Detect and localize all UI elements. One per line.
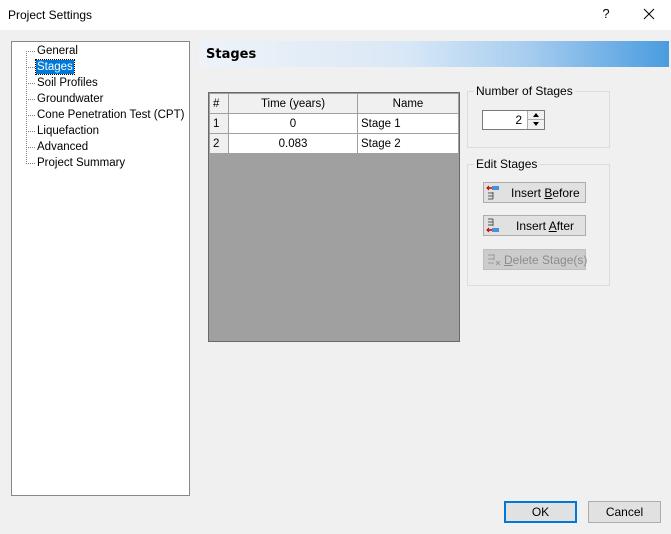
stages-table: # Time (years) Name 1 0 Stage 1 2 0.083 … <box>209 93 459 154</box>
spinner-buttons <box>527 111 544 129</box>
arrow-up-icon <box>533 113 539 117</box>
tree-connector <box>26 115 35 116</box>
stages-grid[interactable]: # Time (years) Name 1 0 Stage 1 2 0.083 … <box>208 92 460 342</box>
panel-title: Stages <box>206 47 257 62</box>
tree-item-groundwater[interactable]: Groundwater <box>36 92 104 106</box>
name-cell[interactable]: Stage 2 <box>357 133 459 154</box>
tree-item-liquefaction[interactable]: Liquefaction <box>36 124 100 138</box>
tree-connector <box>26 83 35 84</box>
label-text: fter <box>556 219 575 233</box>
row-number-cell[interactable]: 1 <box>209 113 229 134</box>
window-title: Project Settings <box>8 8 93 22</box>
column-header-time[interactable]: Time (years) <box>228 93 358 114</box>
table-row[interactable]: 1 0 Stage 1 <box>209 113 459 134</box>
number-of-stages-value[interactable]: 2 <box>515 113 522 127</box>
delete-stage-icon <box>488 254 501 266</box>
insert-after-label: Insert After <box>516 219 574 233</box>
label-text: Insert <box>516 219 549 233</box>
mnemonic: D <box>504 253 513 267</box>
tree-item-advanced[interactable]: Advanced <box>36 140 89 154</box>
close-button[interactable] <box>638 4 660 24</box>
label-text: efore <box>552 186 580 200</box>
tree-item-general[interactable]: General <box>36 44 79 58</box>
number-of-stages-spinner[interactable]: 2 <box>482 110 545 130</box>
number-of-stages-label: Number of Stages <box>474 84 575 98</box>
insert-before-label: Insert Before <box>511 186 580 200</box>
spinner-down-button[interactable] <box>528 120 544 129</box>
tree-item-cpt[interactable]: Cone Penetration Test (CPT) <box>36 108 185 122</box>
insert-after-button[interactable]: Insert After <box>483 215 586 236</box>
column-header-number[interactable]: # <box>209 93 229 114</box>
column-header-name[interactable]: Name <box>357 93 459 114</box>
help-button[interactable]: ? <box>599 6 613 22</box>
tree-connector <box>26 163 35 164</box>
name-cell[interactable]: Stage 1 <box>357 113 459 134</box>
table-row[interactable]: 2 0.083 Stage 2 <box>209 133 459 154</box>
mnemonic: A <box>548 219 557 233</box>
edit-stages-label: Edit Stages <box>474 157 540 171</box>
tree-item-project-summary[interactable]: Project Summary <box>36 156 126 170</box>
spinner-up-button[interactable] <box>528 111 544 120</box>
insert-before-icon <box>486 185 499 200</box>
time-cell[interactable]: 0 <box>228 113 358 134</box>
tree-connector <box>26 147 35 148</box>
cancel-button[interactable]: Cancel <box>588 501 661 523</box>
panel-header: Stages <box>199 41 669 67</box>
table-header-row: # Time (years) Name <box>209 93 459 114</box>
tree-connector <box>26 51 35 52</box>
settings-tree: General Stages Soil Profiles Groundwater… <box>11 41 190 496</box>
arrow-down-icon <box>533 122 539 126</box>
tree-connector <box>26 99 35 100</box>
insert-before-button[interactable]: Insert Before <box>483 182 586 203</box>
tree-connector <box>26 131 35 132</box>
row-number-cell[interactable]: 2 <box>209 133 229 154</box>
tree-item-stages[interactable]: Stages <box>35 59 75 75</box>
tree-connector <box>26 67 35 68</box>
label-text: elete Stage(s) <box>512 253 588 267</box>
label-text: Insert <box>511 186 545 200</box>
close-icon <box>643 8 655 20</box>
time-cell[interactable]: 0.083 <box>228 133 358 154</box>
delete-stages-label: Delete Stage(s) <box>504 253 587 267</box>
tree-item-soil-profiles[interactable]: Soil Profiles <box>36 76 99 90</box>
delete-stages-button[interactable]: Delete Stage(s) <box>483 249 587 270</box>
title-bar: Project Settings ? <box>0 0 671 30</box>
ok-button[interactable]: OK <box>504 501 577 523</box>
insert-after-icon <box>486 218 499 233</box>
